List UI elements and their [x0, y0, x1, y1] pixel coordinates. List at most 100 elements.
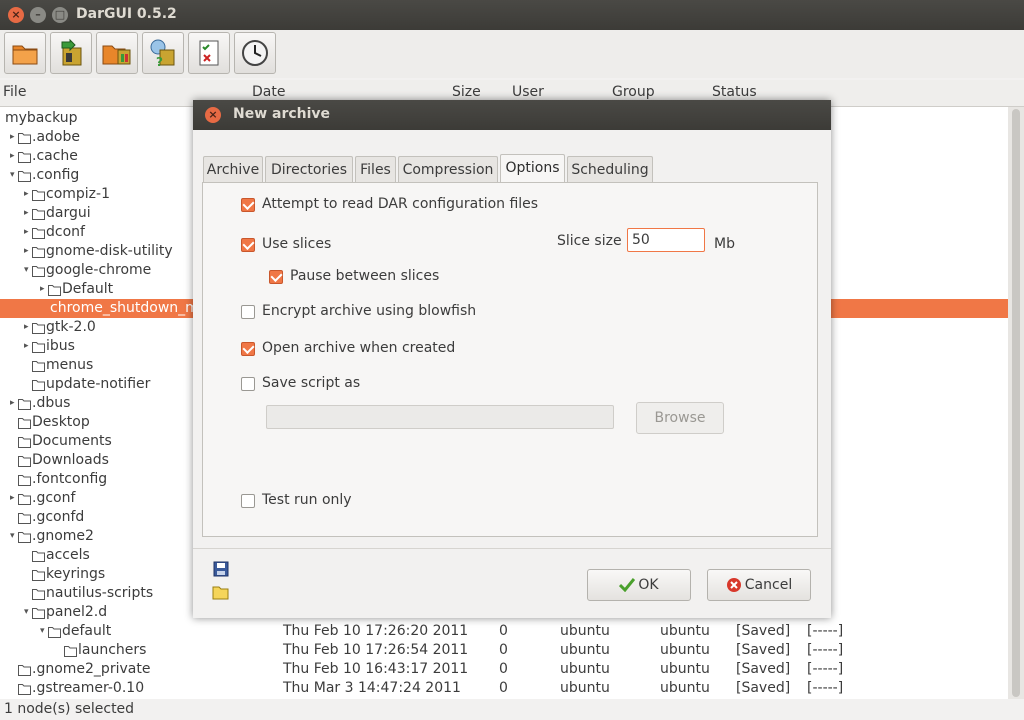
tree-row-name: nautilus-scripts [46, 585, 154, 601]
status-text: 1 node(s) selected [4, 701, 135, 717]
column-size[interactable]: Size [452, 84, 481, 100]
archive-extract-icon [61, 38, 82, 66]
expander-closed-icon[interactable]: ▸ [24, 242, 29, 261]
folder-icon [48, 625, 61, 638]
test-archive-button[interactable] [188, 32, 230, 74]
expander-open-icon[interactable]: ▾ [10, 166, 15, 185]
open-archive-button[interactable] [4, 32, 46, 74]
test-run-label: Test run only [262, 492, 352, 508]
cell-size: 0 [499, 623, 508, 639]
save-script-label: Save script as [262, 375, 361, 391]
window-minimize-button[interactable]: – [30, 7, 46, 23]
cancel-button[interactable]: Cancel [707, 569, 811, 601]
expander-closed-icon[interactable]: ▸ [24, 318, 29, 337]
cell-date: Thu Feb 10 16:43:17 2011 [283, 661, 469, 677]
cancel-icon [726, 578, 741, 592]
cell-group: ubuntu [660, 661, 710, 677]
expander-closed-icon[interactable]: ▸ [10, 394, 15, 413]
column-date[interactable]: Date [252, 84, 285, 100]
tab-files[interactable]: Files [355, 156, 396, 182]
expander-closed-icon[interactable]: ▸ [24, 185, 29, 204]
cell-group: ubuntu [660, 642, 710, 658]
toolbar: ? [0, 30, 1024, 78]
dialog-titlebar: × New archive [193, 100, 831, 130]
read-dar-config-checkbox[interactable] [241, 198, 255, 212]
expander-closed-icon[interactable]: ▸ [10, 128, 15, 147]
folder-icon [18, 131, 31, 144]
tab-scheduling[interactable]: Scheduling [567, 156, 653, 182]
tree-row-name: default [62, 623, 112, 639]
open-folder-icon[interactable] [212, 584, 230, 600]
open-when-created-checkbox[interactable] [241, 342, 255, 356]
expander-open-icon[interactable]: ▾ [24, 603, 29, 622]
expander-closed-icon[interactable]: ▸ [24, 337, 29, 356]
window-close-button[interactable]: × [8, 7, 24, 23]
tree-row-name: .gconfd [32, 509, 85, 525]
expander-open-icon[interactable]: ▾ [10, 527, 15, 546]
expander-closed-icon[interactable]: ▸ [10, 147, 15, 166]
tree-row[interactable]: .gstreamer-0.10 Thu Mar 3 14:47:24 2011 0 u… [0, 679, 1008, 698]
schedule-button[interactable] [234, 32, 276, 74]
column-group[interactable]: Group [612, 84, 655, 100]
tree-row[interactable]: launchers Thu Feb 10 17:26:54 2011 0 ubuntu… [0, 641, 1008, 660]
cell-user: ubuntu [560, 642, 610, 658]
ok-button[interactable]: OK [587, 569, 691, 601]
dialog-close-button[interactable]: × [205, 107, 221, 123]
window-maximize-button[interactable]: □ [52, 7, 68, 23]
extract-archive-button[interactable] [50, 32, 92, 74]
expander-closed-icon[interactable]: ▸ [24, 204, 29, 223]
tree-row-name: compiz-1 [46, 186, 110, 202]
tree-row-name: update-notifier [46, 376, 151, 392]
folder-icon [32, 226, 45, 239]
cell-flags: [-----] [807, 661, 844, 677]
folder-icon [32, 188, 45, 201]
cell-size: 0 [499, 680, 508, 696]
expander-open-icon[interactable]: ▾ [40, 622, 45, 641]
tab-directories[interactable]: Directories [265, 156, 353, 182]
tree-scrollbar[interactable] [1008, 107, 1024, 699]
tree-row[interactable]: .gnome2_private Thu Feb 10 16:43:17 2011 0… [0, 660, 1008, 679]
cell-date: Thu Feb 10 17:26:20 2011 [283, 623, 469, 639]
options-panel: Attempt to read DAR configuration files … [202, 182, 818, 537]
folder-icon [32, 264, 45, 277]
save-script-checkbox[interactable] [241, 377, 255, 391]
use-slices-checkbox[interactable] [241, 238, 255, 252]
column-status[interactable]: Status [712, 84, 757, 100]
cell-user: ubuntu [560, 623, 610, 639]
svg-text:?: ? [156, 55, 163, 68]
folder-archive-icon [102, 45, 131, 65]
folder-icon [18, 663, 31, 676]
tree-row[interactable]: ▾ default Thu Feb 10 17:26:20 2011 0 ubuntu u… [0, 622, 1008, 641]
save-icon[interactable] [212, 561, 230, 577]
browse-button[interactable]: Browse [636, 402, 724, 434]
expander-closed-icon[interactable]: ▸ [24, 223, 29, 242]
folder-archive-button[interactable] [96, 32, 138, 74]
encrypt-checkbox[interactable] [241, 305, 255, 319]
expander-closed-icon[interactable]: ▸ [10, 489, 15, 508]
expander-open-icon[interactable]: ▾ [24, 261, 29, 280]
slice-size-input[interactable] [627, 228, 705, 252]
tree-row-name: accels [46, 547, 90, 563]
cell-flags: [-----] [807, 680, 844, 696]
column-file[interactable]: File [3, 84, 26, 100]
slice-unit-label: Mb [714, 236, 735, 252]
test-run-checkbox[interactable] [241, 494, 255, 508]
expander-closed-icon[interactable]: ▸ [40, 280, 45, 299]
tree-row-name: dconf [46, 224, 85, 240]
tab-archive[interactable]: Archive [203, 156, 263, 182]
folder-icon [32, 606, 45, 619]
column-user[interactable]: User [512, 84, 544, 100]
encrypt-label: Encrypt archive using blowfish [262, 303, 477, 319]
tab-compression[interactable]: Compression [398, 156, 498, 182]
folder-icon [18, 473, 31, 486]
tree-row-name: google-chrome [46, 262, 152, 278]
folder-icon [32, 587, 45, 600]
folder-icon [18, 416, 31, 429]
tree-row-name: .gstreamer-0.10 [32, 680, 145, 696]
scrollbar-thumb[interactable] [1012, 109, 1020, 697]
cell-user: ubuntu [560, 680, 610, 696]
pause-between-slices-checkbox[interactable] [269, 270, 283, 284]
script-path-input[interactable] [266, 405, 614, 429]
compare-archive-button[interactable]: ? [142, 32, 184, 74]
tab-options[interactable]: Options [500, 154, 565, 183]
